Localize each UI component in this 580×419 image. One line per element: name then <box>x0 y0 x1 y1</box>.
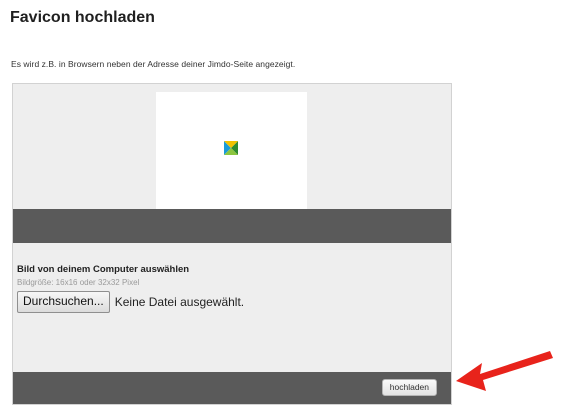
page-title: Favicon hochladen <box>10 9 155 26</box>
upload-section: Bild von deinem Computer auswählen Bildg… <box>17 264 437 313</box>
browse-button[interactable]: Durchsuchen... <box>17 291 110 313</box>
upload-label: Bild von deinem Computer auswählen <box>17 264 190 275</box>
file-status-text: Keine Datei ausgewählt. <box>114 295 245 309</box>
red-arrow-icon <box>456 351 553 391</box>
page-subtitle: Es wird z.B. in Browsern neben der Adres… <box>11 59 296 69</box>
upload-size-hint: Bildgröße: 16x16 oder 32x32 Pixel <box>17 278 140 287</box>
jimdo-favicon-icon <box>224 141 238 155</box>
upload-button[interactable]: hochladen <box>381 379 437 396</box>
favicon-upload-page: Favicon hochladen Es wird z.B. in Browse… <box>0 0 580 419</box>
file-input-row: Durchsuchen... Keine Datei ausgewählt. <box>17 291 437 313</box>
favicon-preview <box>156 92 307 209</box>
preview-footer-bar <box>13 209 451 243</box>
upload-panel: Bild von deinem Computer auswählen Bildg… <box>12 83 452 405</box>
action-bar: hochladen <box>13 372 451 404</box>
